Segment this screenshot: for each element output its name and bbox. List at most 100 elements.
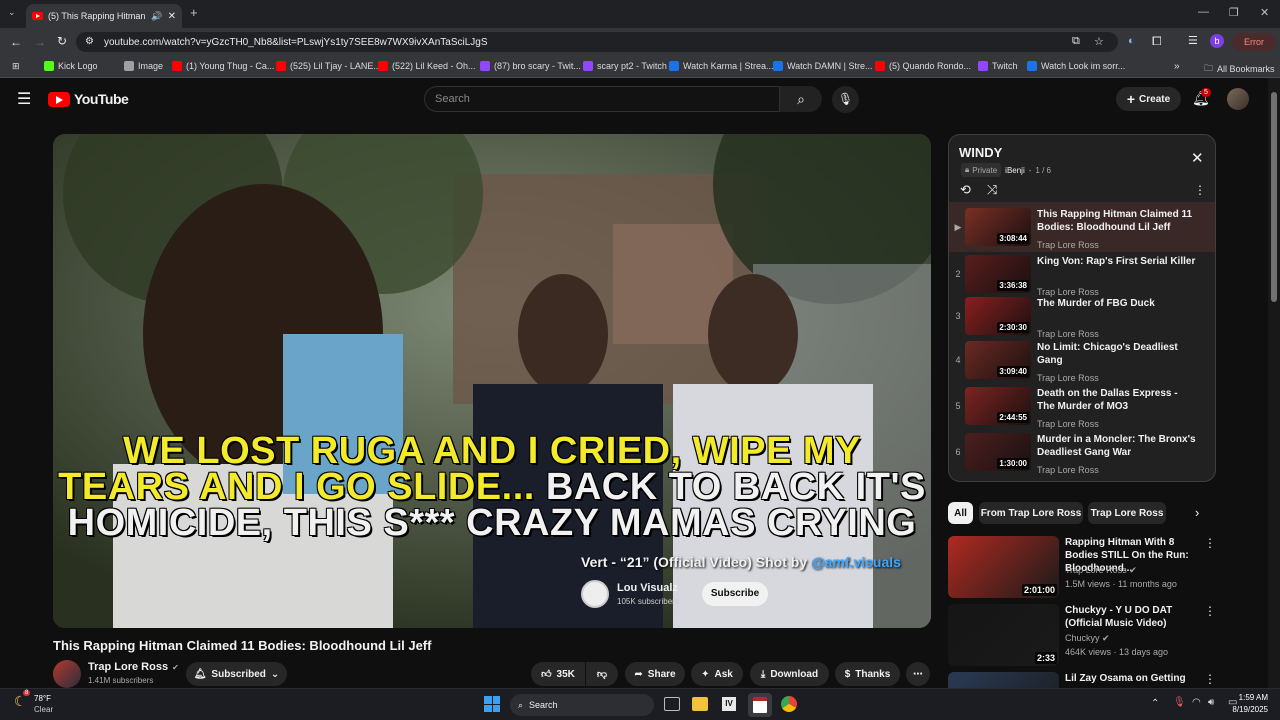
video-menu-icon[interactable]: ⋮	[1204, 536, 1216, 550]
playlist-item-thumbnail[interactable]: 1:30:00	[965, 433, 1031, 471]
close-playlist-icon[interactable]: ✕	[1191, 149, 1204, 167]
chips-next-icon[interactable]: ›	[1195, 505, 1199, 520]
playlist-item-thumbnail[interactable]: 3:36:38	[965, 255, 1031, 293]
bookmark-item[interactable]: (5) Quando Rondo...	[875, 61, 971, 71]
tab-search-icon[interactable]: ⌄	[8, 7, 16, 18]
menu-icon[interactable]: ☰	[17, 89, 31, 109]
subscribed-button[interactable]: 🔔︎ Subscribed ⌄	[186, 662, 287, 686]
video-menu-icon[interactable]: ⋮	[1204, 604, 1216, 618]
chrome-icon[interactable]	[781, 696, 797, 712]
weather-temp[interactable]: 78°F	[34, 694, 51, 703]
app-icon[interactable]: IV	[722, 697, 736, 711]
bookmark-item[interactable]: Kick Logo	[44, 61, 98, 71]
microphone-icon[interactable]: 🎙	[1173, 697, 1186, 708]
wifi-icon[interactable]: ◠	[1192, 697, 1201, 708]
bookmark-star-icon[interactable]: ☆	[1094, 35, 1104, 48]
share-button[interactable]: ➦ Share	[625, 662, 685, 686]
create-button[interactable]: + Create	[1116, 87, 1181, 111]
playlist-item-thumbnail[interactable]: 2:44:55	[965, 387, 1031, 425]
error-button[interactable]: Error	[1232, 33, 1276, 51]
start-windows-icon[interactable]	[484, 696, 500, 712]
more-actions-button[interactable]: ⋯	[906, 662, 930, 686]
apps-grid-icon[interactable]: ⊞	[12, 61, 20, 72]
playlist-owner[interactable]: iBenji	[1005, 166, 1025, 175]
bookmark-item[interactable]: Twitch	[978, 61, 1018, 71]
bookmark-item[interactable]: (522) Lil Keed - Oh...	[378, 61, 476, 71]
tab-close-icon[interactable]: ✕	[168, 11, 176, 22]
channel-name[interactable]: Trap Lore Ross ✔	[88, 661, 179, 673]
new-tab-icon[interactable]: +	[190, 5, 198, 20]
playlist-item[interactable]: 5 2:44:55 Death on the Dallas Express - Th…	[949, 387, 1215, 433]
loop-icon[interactable]: ⟲	[960, 182, 971, 198]
install-app-icon[interactable]: ⧉	[1072, 35, 1080, 48]
search-input[interactable]: Search	[424, 86, 780, 112]
back-icon[interactable]: ←	[10, 35, 22, 49]
recommended-thumbnail[interactable]: 2:33	[948, 604, 1059, 666]
thanks-button[interactable]: $ Thanks	[835, 662, 900, 686]
recommended-video[interactable]: Lil Zay Osama on Getting ⋮	[948, 672, 1216, 688]
ask-button[interactable]: ✦ Ask	[691, 662, 743, 686]
reading-list-icon[interactable]: ☰	[1188, 34, 1198, 47]
bookmarks-overflow-icon[interactable]: »	[1174, 61, 1180, 72]
browser-tab[interactable]: (5) This Rapping Hitman Cla 🔊 ✕	[26, 4, 182, 28]
overlay-channel-avatar[interactable]	[581, 580, 609, 608]
bookmark-item[interactable]: scary pt2 - Twitch	[583, 61, 667, 71]
bookmark-item[interactable]: (1) Young Thug - Ca...	[172, 61, 274, 71]
like-button[interactable]: 👍︎ 35K	[531, 662, 585, 686]
video-player[interactable]: WE LOST RUGA AND I CRIED, WIPE MY TEARS …	[53, 134, 931, 628]
task-view-icon[interactable]	[664, 697, 680, 711]
extension-icon[interactable]: ◐	[1128, 35, 1135, 47]
overlay-channel-name[interactable]: Lou Visualz	[617, 582, 678, 594]
notepad-icon[interactable]	[753, 697, 767, 713]
playlist-item[interactable]: 4 3:09:40 No Limit: Chicago's Deadliest Ga…	[949, 341, 1215, 387]
youtube-logo[interactable]: YouTube	[48, 91, 129, 107]
playlist-item-thumbnail[interactable]: 2:30:30	[965, 297, 1031, 335]
page-scrollbar[interactable]	[1268, 78, 1280, 688]
recommended-thumbnail[interactable]: 2:01:00	[948, 536, 1059, 598]
overlay-subscribe-button[interactable]: Subscribe	[702, 582, 768, 606]
bookmark-item[interactable]: Watch Karma | Strea...	[669, 61, 774, 71]
playlist-item-thumbnail[interactable]: 3:09:40	[965, 341, 1031, 379]
playlist-item[interactable]: 6 1:30:00 Murder in a Moncler: The Bronx's…	[949, 433, 1215, 479]
minimize-icon[interactable]: —	[1198, 6, 1209, 18]
bookmark-item[interactable]: Watch Look im sorr...	[1027, 61, 1125, 71]
playlist-item[interactable]: ▶ 3:08:44 This Rapping Hitman Claimed 11 B…	[949, 202, 1215, 252]
chip-from-channel[interactable]: From Trap Lore Ross	[979, 502, 1083, 524]
playlist-menu-icon[interactable]: ⋮	[1194, 183, 1206, 197]
close-window-icon[interactable]: ✕	[1260, 6, 1269, 19]
chip-channel[interactable]: Trap Lore Ross	[1088, 502, 1166, 524]
bookmark-item[interactable]: Image	[124, 61, 163, 71]
restore-icon[interactable]: ❐	[1229, 6, 1239, 19]
reload-icon[interactable]: ↻	[57, 34, 67, 48]
chip-all[interactable]: All	[948, 502, 973, 524]
bookmark-item[interactable]: (87) bro scary - Twit...	[480, 61, 581, 71]
all-bookmarks[interactable]: 🗀 All Bookmarks	[1204, 61, 1275, 77]
bookmark-item[interactable]: (525) Lil Tjay - LANE...	[276, 61, 381, 71]
forward-icon[interactable]: →	[34, 35, 46, 49]
playlist-item-thumbnail[interactable]: 3:08:44	[965, 208, 1031, 246]
bookmark-item[interactable]: Watch DAMN | Stre...	[773, 61, 873, 71]
overlay-handle-link[interactable]: @amf.visuals	[811, 554, 901, 570]
download-button[interactable]: ⤓ Download	[750, 662, 829, 686]
playlist-item[interactable]: 3 2:30:30 The Murder of FBG Duck Trap Lore …	[949, 297, 1215, 343]
clock-date[interactable]: 8/19/2025	[1222, 705, 1268, 714]
voice-search-button[interactable]: 🎙	[832, 86, 859, 113]
recommended-video[interactable]: 2:01:00 Rapping Hitman With 8 Bodies STIL…	[948, 536, 1216, 600]
channel-avatar[interactable]	[53, 660, 81, 688]
scrollbar-thumb[interactable]	[1271, 92, 1277, 302]
playlist-item[interactable]: 2 3:36:38 King Von: Rap's First Serial Kil…	[949, 255, 1215, 301]
account-avatar[interactable]	[1227, 88, 1249, 110]
site-info-icon[interactable]: ⚙	[85, 36, 94, 47]
recommended-video[interactable]: 2:33 Chuckyy - Y U DO DAT (Official Music…	[948, 604, 1216, 668]
file-explorer-icon[interactable]	[692, 697, 708, 711]
search-button[interactable]: ⌕	[780, 86, 822, 112]
video-menu-icon[interactable]: ⋮	[1204, 672, 1216, 686]
profile-avatar[interactable]: b	[1210, 34, 1224, 48]
address-bar[interactable]: ⚙ youtube.com/watch?v=yGzcTH0_Nb8&list=P…	[76, 32, 1118, 52]
clock-time[interactable]: 1:59 AM	[1236, 693, 1268, 702]
extensions-puzzle-icon[interactable]: ⧠	[1152, 34, 1162, 49]
taskbar-search[interactable]: ⌕ Search	[510, 694, 654, 716]
recommended-thumbnail[interactable]	[948, 672, 1059, 688]
shuffle-icon[interactable]: ⤨	[987, 182, 997, 198]
volume-icon[interactable]: 🔊︎	[1208, 697, 1214, 708]
